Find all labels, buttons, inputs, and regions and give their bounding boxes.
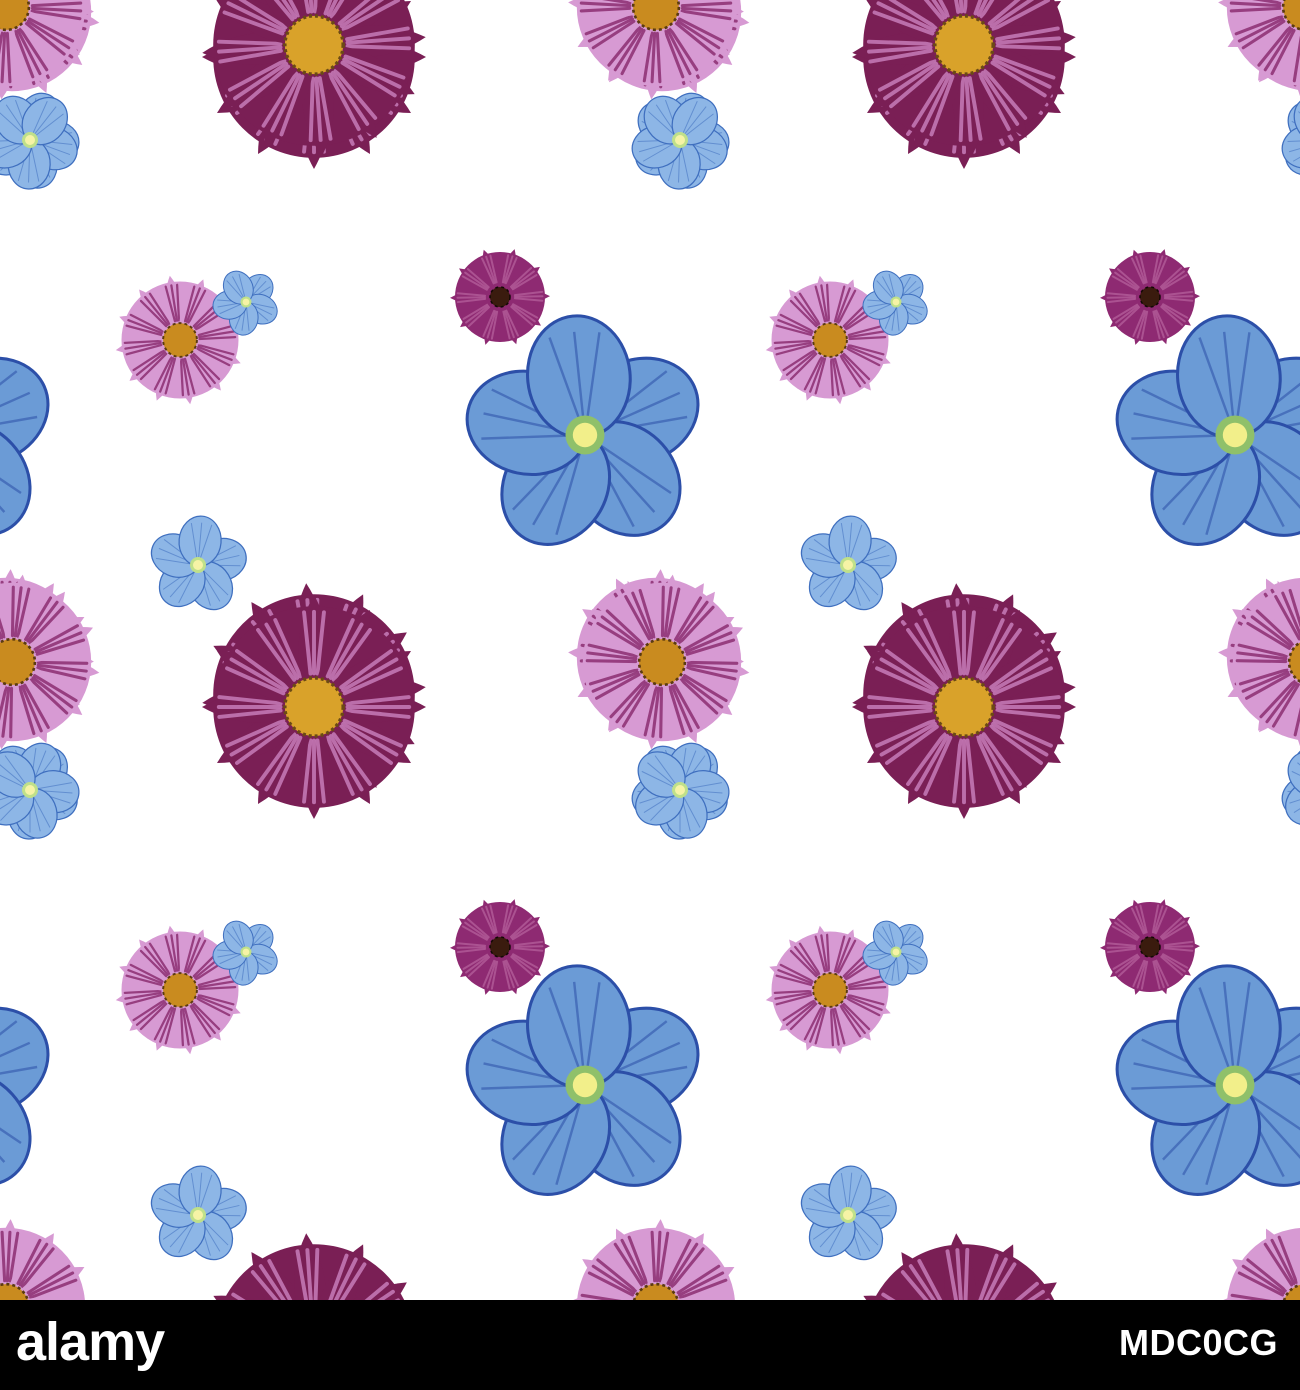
small-purple-flower: [1100, 249, 1200, 345]
blue-flax-flower: [0, 356, 50, 537]
deep-cosmos-flower: [202, 1233, 426, 1390]
pink-cosmos-flower: [0, 574, 100, 750]
blue-flax-flower: [465, 964, 700, 1196]
deep-cosmos-flower: [852, 595, 1076, 819]
pink-cosmos-flower: [568, 1219, 744, 1390]
small-purple-flower: [450, 249, 550, 345]
forget-me-not-flower: [0, 95, 78, 190]
stock-image-id: MDC0CG: [1118, 1322, 1278, 1363]
watermark-footer: alamy MDC0CG: [0, 1300, 1300, 1390]
small-purple-flower: [1100, 899, 1200, 995]
blue-flax-flower: [465, 314, 700, 546]
blue-flax-flower: [0, 1006, 50, 1187]
pink-cosmos-flower: [1218, 0, 1300, 92]
alamy-logo-text: alamy: [16, 1314, 165, 1372]
deep-cosmos-flower: [202, 595, 426, 819]
forget-me-not-flower: [631, 95, 728, 190]
pink-cosmos-flower: [1224, 580, 1300, 746]
blue-flax-flower: [1115, 964, 1300, 1196]
forget-me-not-flower: [1281, 95, 1300, 169]
forget-me-not-flower: [800, 1165, 897, 1261]
small-purple-flower: [450, 899, 550, 995]
flowers-canvas: [0, 0, 1300, 1390]
alamy-logo-mark: alamy: [16, 1314, 166, 1372]
forget-me-not-flower: [150, 1165, 247, 1261]
deep-cosmos-flower: [852, 0, 1076, 157]
pink-cosmos-flower: [0, 1219, 94, 1390]
blue-flax-flower: [1115, 314, 1300, 546]
alamy-logo: alamy: [16, 1314, 216, 1376]
pink-cosmos-flower: [568, 0, 744, 95]
pink-cosmos-flower: [1218, 1228, 1300, 1390]
forget-me-not-flower: [635, 742, 730, 839]
forget-me-not-flower: [150, 515, 247, 611]
floral-pattern: [0, 0, 1300, 1390]
forget-me-not-flower: [800, 515, 897, 611]
deep-cosmos-flower: [202, 0, 426, 157]
deep-cosmos-flower: [852, 1233, 1076, 1390]
